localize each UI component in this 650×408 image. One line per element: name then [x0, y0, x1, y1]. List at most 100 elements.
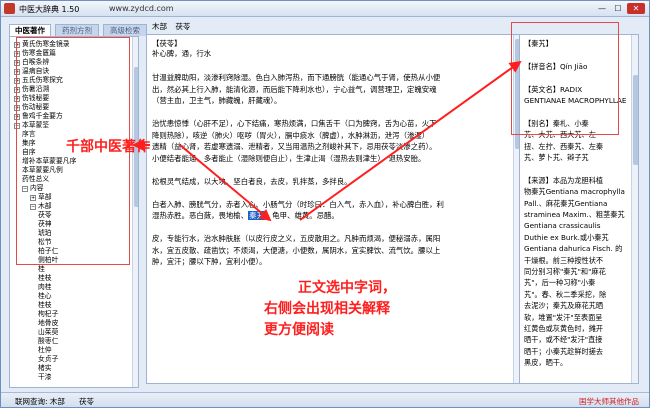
tree-item[interactable]: 侧柏叶 — [38, 256, 58, 264]
tree-item-label: 桂心 — [38, 292, 52, 300]
status-label: 联网查询: 木部 — [15, 397, 65, 406]
definition-line: 红黄色或灰黄色时，摊开 — [524, 324, 604, 333]
maximize-button[interactable]: ☐ — [611, 3, 625, 14]
definition-line: Gentiana dahurica Fisch. 的 — [524, 244, 623, 254]
side-scrollbar[interactable] — [631, 35, 638, 383]
expand-icon[interactable]: + — [14, 78, 20, 84]
expand-icon[interactable]: + — [14, 87, 20, 93]
tree-item[interactable]: + 黄氏伤寒金镜录 — [14, 40, 70, 48]
status-bar: 联网查询: 木部 茯苓 国学大师其他作品 — [1, 392, 649, 407]
tree-item[interactable]: 自序 — [22, 148, 36, 156]
text-run: 水，宜五皮散、疏凿饮；不烦渴，大便溏，小便数，属阴水，宜实脾饮、流气饮。腰以上 — [152, 245, 441, 255]
text-line: 降则热除），咳逆（肺火）呕哕（胃火），膈中痰水（脾虚），水肿淋沥，泄泻（渗湿） — [152, 131, 429, 140]
tree-item-label: 白喉条辨 — [22, 58, 50, 66]
expand-icon[interactable]: + — [14, 42, 20, 48]
tree-item[interactable]: 山茱萸 — [38, 328, 58, 336]
tree-item[interactable]: − 本草蒙筌 — [14, 121, 49, 129]
tree-item[interactable]: 琥珀 — [38, 229, 52, 237]
tree-item[interactable]: 楮实 — [38, 364, 52, 372]
tree-item[interactable]: 肉桂 — [38, 283, 52, 291]
definition-pane[interactable]: 【秦艽】 【拼音名】Qín Jiāo 【英文名】RADIX GENTIANAE MAC… — [519, 34, 639, 384]
tree-item-label: 干漆 — [38, 373, 52, 381]
breadcrumb-entry[interactable]: 茯苓 — [175, 22, 190, 31]
tree-item-label: 楮实 — [38, 364, 52, 372]
collapse-icon[interactable]: − — [30, 204, 36, 210]
status-other-works-link[interactable]: 国学大师其他作品 — [579, 396, 639, 407]
tree-scrollbar[interactable] — [132, 37, 138, 387]
tree-item[interactable]: + 草部 — [30, 193, 52, 201]
tree-item-label: 女贞子 — [38, 355, 59, 363]
definition-line: Gentiana crassicaulis — [524, 221, 601, 231]
expand-icon[interactable]: + — [14, 114, 20, 120]
tree-item[interactable]: 药性总义 — [22, 175, 49, 183]
expand-icon[interactable]: + — [14, 69, 20, 75]
tree-item-label: 温病自诀 — [22, 67, 50, 75]
tree-item[interactable]: + 伤暑沿溯 — [14, 85, 49, 93]
definition-line: 艽、大艽、西大艽、左 — [524, 130, 596, 140]
side-scroll-thumb[interactable] — [633, 75, 638, 165]
tree-item[interactable]: 序言 — [22, 130, 36, 138]
tree-item[interactable]: 茯神 — [38, 220, 52, 228]
tree-item[interactable]: 桂 — [38, 265, 45, 273]
tree-item[interactable]: + 伤寒金匮篇 — [14, 49, 56, 57]
entry-title: 【茯苓】 — [152, 39, 182, 48]
tree-item[interactable]: + 伤钱秘要 — [14, 94, 49, 102]
tree-item[interactable]: 干漆 — [38, 373, 52, 381]
definition-line: 扭、左拧、西秦艽、左秦 — [524, 141, 604, 151]
tree-item[interactable]: + 五氏伤寒探究 — [14, 76, 63, 84]
tree-item-label: 伤动秘要 — [22, 103, 50, 111]
tree-item-label: 桂枝 — [38, 301, 52, 309]
text-line: （营主血，卫主气，肺藏魄，肝藏魂）。 — [152, 96, 281, 105]
expand-icon[interactable]: + — [14, 51, 20, 57]
tree-item[interactable]: 酸枣仁 — [38, 337, 58, 345]
text-line: 皮，专能行水，治水肿肤胀（以皮行皮之义，五皮散用之。凡肿而烦渴，便秘溺赤，属阳 — [152, 234, 440, 243]
expand-icon[interactable]: + — [14, 60, 20, 66]
breadcrumb-section[interactable]: 木部 — [152, 22, 167, 31]
tree-item[interactable]: 桂枝 — [38, 274, 52, 282]
minimize-button[interactable]: — — [595, 3, 609, 14]
tab-prescriptions[interactable]: 药剂方剂 — [55, 24, 99, 36]
tab-advanced-search[interactable]: 高级检索 — [103, 24, 147, 36]
tree-item[interactable]: + 温病自诀 — [14, 67, 49, 75]
tree-item[interactable]: + 伤动秘要 — [14, 103, 49, 111]
tree-item[interactable]: 女贞子 — [38, 355, 58, 363]
expand-icon[interactable]: + — [30, 195, 36, 201]
annotation-line-2: 右侧会出现相关解释 — [264, 301, 390, 317]
tree-item-label: 黄氏伤寒金镜录 — [22, 40, 70, 48]
annotation-line-3: 更方便阅读 — [264, 322, 334, 338]
tree-item[interactable]: 本草蒙要凡例 — [22, 166, 63, 174]
tree-item[interactable]: 增补本草蒙要凡序 — [22, 157, 76, 165]
selected-word[interactable]: 秦艽 — [248, 211, 265, 220]
tree-item[interactable]: 枸杞子 — [38, 310, 58, 318]
tree-item[interactable]: + 白喉条辨 — [14, 58, 49, 66]
tree-item[interactable]: 地骨皮 — [38, 319, 58, 327]
tree-item[interactable]: 桂枝 — [38, 301, 52, 309]
text-run: 、龟甲、雄黄。忌醋。 — [264, 211, 339, 220]
expand-icon[interactable]: + — [14, 105, 20, 111]
tree-item[interactable]: 茯苓 — [38, 211, 52, 219]
tree-item-label: 自序 — [22, 148, 36, 156]
tree-item[interactable]: 集序 — [22, 139, 36, 147]
tree-item[interactable]: − 内容 — [22, 184, 44, 192]
text-run: 皮，专能行水，治水肿肤胀（以皮行皮之义，五皮散用之。凡肿而烦渴，便秘溺赤，属阳 — [152, 234, 441, 243]
tree-item[interactable]: 桂心 — [38, 292, 52, 300]
tree-item[interactable]: − 木部 — [30, 202, 52, 210]
close-button[interactable]: ✕ — [627, 3, 645, 14]
tree-item[interactable]: 松节 — [38, 238, 52, 246]
expand-icon[interactable]: + — [14, 96, 20, 102]
tree-item-label: 伤暑沿溯 — [22, 85, 50, 93]
tree-item-label: 药性总义 — [22, 175, 50, 183]
tree-item[interactable]: + 鲁鸡千金要方 — [14, 112, 63, 120]
collapse-icon[interactable]: − — [22, 186, 28, 192]
definition-line: 艽"，后一种习称"小秦 — [524, 278, 596, 288]
text-run: 出，然必其上行入肺，能清化源，而后能下降利水也），宁心益气，调营理卫，定魄安魂 — [152, 84, 437, 94]
text-line: 小便结者能通，多者能止（湿除则便自止），生津止渴（湿热去则津生），退热安胎。 — [152, 154, 425, 163]
status-word: 茯苓 — [79, 397, 94, 406]
title-bar: 中医大辞典 1.50 www.zydcd.com — ☐ ✕ — [1, 1, 649, 17]
text-run: （营主血，卫主气，肺藏魄，肝藏魂）。 — [152, 96, 282, 105]
collapse-icon[interactable]: − — [14, 123, 20, 129]
text-line: 水，宜五皮散、疏凿饮；不烦渴，大便溏，小便数，属阴水，宜实脾饮、流气饮。腰以上 — [152, 246, 440, 255]
tree-item[interactable]: 杜仲 — [38, 346, 52, 354]
tree-item[interactable]: 柏子仁 — [38, 247, 58, 255]
tree-item-label: 松节 — [38, 238, 52, 246]
